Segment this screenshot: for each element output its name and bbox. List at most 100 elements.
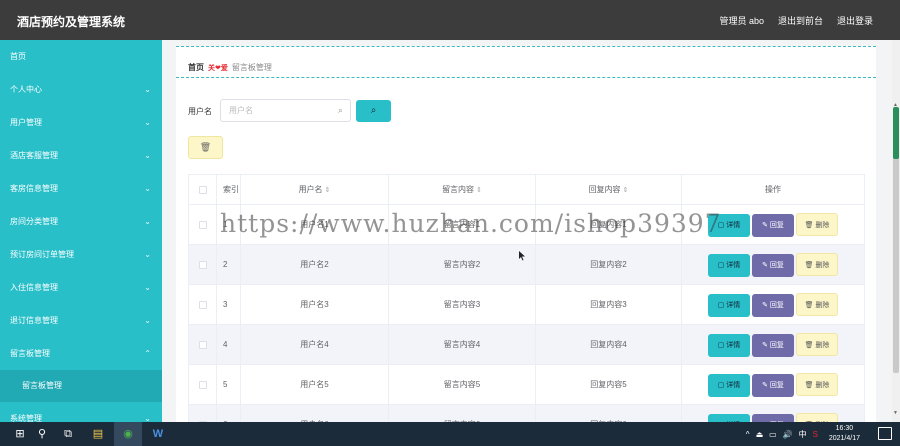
detail-button[interactable]: ▢ 详情: [708, 293, 750, 317]
table-row: 5 用户名5 留言内容5 回复内容5 ▢ 详情 ✎ 回复 🗑 删除: [188, 364, 865, 405]
word-icon[interactable]: W: [144, 422, 172, 446]
reply-button[interactable]: ✎ 回复: [752, 253, 794, 277]
detail-button[interactable]: ▢ 详情: [708, 333, 750, 357]
select-all-checkbox[interactable]: [198, 185, 207, 194]
volume-icon[interactable]: 🔊: [783, 430, 793, 439]
sidebar-item-rooms[interactable]: 客房信息管理 ⌄: [0, 172, 162, 205]
delete-button[interactable]: 🗑 删除: [796, 252, 838, 276]
antivirus-icon[interactable]: S: [813, 430, 818, 439]
row-username: 用户名4: [240, 324, 389, 365]
sidebar-item-profile[interactable]: 个人中心 ⌄: [0, 73, 162, 106]
content-panel: 首页 关❤爱 留言板管理 用户名 ⌕ ⌕ 🗑 索引 用户名⇕ 留言内容⇕ 回复内…: [176, 46, 876, 422]
system-tray: ^ ⏏ ▭ 🔊 中 S: [746, 422, 818, 446]
select-all-checkbox-cell[interactable]: [188, 174, 217, 205]
vertical-scrollbar[interactable]: ▲ ▼: [892, 40, 900, 422]
chevron-down-icon: ⌄: [144, 217, 151, 226]
battery-icon[interactable]: ▭: [769, 430, 777, 439]
table-row: 2 用户名2 留言内容2 回复内容2 ▢ 详情 ✎ 回复 🗑 删除: [188, 244, 865, 285]
row-checkbox[interactable]: [198, 380, 207, 389]
detail-button[interactable]: ▢ 详情: [708, 253, 750, 277]
scrollbar-thumb[interactable]: [893, 107, 899, 159]
col-content[interactable]: 留言内容 ⇕: [388, 174, 536, 205]
sort-icon[interactable]: ⇕: [623, 187, 629, 194]
delete-button[interactable]: 🗑 删除: [796, 292, 838, 316]
taskbar: ⊞ ⚲ ⧉ ▤ ◉ W ^ ⏏ ▭ 🔊 中 S 16:30 2021/4/17: [0, 422, 900, 446]
detail-button[interactable]: ▢ 详情: [708, 213, 750, 237]
sidebar-item-label: 留言板管理: [10, 349, 50, 358]
reply-button[interactable]: ✎ 回复: [752, 373, 794, 397]
chevron-down-icon: ⌄: [144, 414, 151, 422]
sidebar-item-users[interactable]: 用户管理 ⌄: [0, 106, 162, 139]
sidebar-item-home[interactable]: 首页: [0, 40, 162, 73]
row-checkbox[interactable]: [198, 260, 207, 269]
reply-button[interactable]: ✎ 回复: [752, 333, 794, 357]
sidebar-item-bookings[interactable]: 预订房间订单管理 ⌄: [0, 238, 162, 271]
sidebar-item-label: 房间分类管理: [10, 217, 58, 226]
reply-button[interactable]: ✎ 回复: [752, 413, 794, 422]
usb-icon[interactable]: ⏏: [756, 430, 764, 439]
row-content: 留言内容3: [388, 284, 536, 325]
back-to-frontend-link[interactable]: 退出到前台: [778, 14, 823, 27]
file-explorer-icon[interactable]: ▤: [84, 422, 112, 446]
sidebar-item-room-types[interactable]: 房间分类管理 ⌄: [0, 205, 162, 238]
sort-icon[interactable]: ⇕: [325, 187, 331, 194]
detail-button[interactable]: ▢ 详情: [708, 373, 750, 397]
scrollbar-track[interactable]: [893, 148, 899, 373]
scroll-down-icon[interactable]: ▼: [893, 410, 898, 416]
search-icon[interactable]: ⚲: [28, 422, 56, 446]
delete-button[interactable]: 🗑 删除: [796, 412, 838, 422]
row-reply: 回复内容5: [535, 364, 682, 405]
row-reply: 回复内容3: [535, 284, 682, 325]
sidebar-item-service[interactable]: 酒店客服管理 ⌄: [0, 139, 162, 172]
row-username: 用户名6: [240, 404, 389, 422]
reply-button[interactable]: ✎ 回复: [752, 213, 794, 237]
clock-time: 16:30: [835, 425, 854, 432]
sort-icon[interactable]: ⇕: [476, 187, 482, 194]
col-index: 索引: [216, 174, 241, 205]
row-content: 留言内容2: [388, 244, 536, 285]
reply-button[interactable]: ✎ 回复: [752, 293, 794, 317]
clock[interactable]: 16:30 2021/4/17: [829, 424, 860, 444]
sidebar-item-system[interactable]: 系统管理 ⌄: [0, 402, 162, 422]
chevron-down-icon: ⌄: [144, 283, 151, 292]
sidebar-subitem-message-board[interactable]: 留言板管理: [0, 370, 162, 402]
task-view-icon[interactable]: ⧉: [54, 422, 82, 446]
table-row: 1 用户名1 留言内容1 回复内容1 ▢ 详情 ✎ 回复 🗑 删除: [188, 204, 865, 245]
ime-indicator[interactable]: 中: [799, 429, 807, 440]
search-button[interactable]: ⌕: [356, 100, 391, 122]
row-checkbox[interactable]: [198, 300, 207, 309]
search-input[interactable]: [221, 100, 326, 121]
logout-link[interactable]: 退出登录: [837, 14, 873, 27]
col-username[interactable]: 用户名 ⇕: [240, 174, 389, 205]
col-reply[interactable]: 回复内容 ⇕: [535, 174, 682, 205]
breadcrumb-home[interactable]: 首页: [188, 62, 204, 73]
bulk-delete-button[interactable]: 🗑: [188, 136, 223, 159]
row-index: 2: [216, 244, 241, 285]
sidebar-item-messages[interactable]: 留言板管理 ⌃: [0, 337, 162, 370]
delete-button[interactable]: 🗑 删除: [796, 332, 838, 356]
sidebar-item-cancellations[interactable]: 退订信息管理 ⌄: [0, 304, 162, 337]
row-checkbox[interactable]: [198, 220, 207, 229]
row-reply: 回复内容4: [535, 324, 682, 365]
table-row: 4 用户名4 留言内容4 回复内容4 ▢ 详情 ✎ 回复 🗑 删除: [188, 324, 865, 365]
table-row: 3 用户名3 留言内容3 回复内容3 ▢ 详情 ✎ 回复 🗑 删除: [188, 284, 865, 325]
search-icon: ⌕: [337, 105, 343, 115]
row-checkbox[interactable]: [198, 340, 207, 349]
row-actions: ▢ 详情✎ 回复🗑 删除: [681, 284, 865, 325]
detail-button[interactable]: ▢ 详情: [708, 413, 750, 422]
tray-expand-icon[interactable]: ^: [746, 430, 750, 439]
delete-button[interactable]: 🗑 删除: [796, 212, 838, 236]
search-field[interactable]: ⌕: [220, 99, 351, 122]
chevron-down-icon: ⌄: [144, 151, 151, 160]
sidebar-item-label: 首页: [10, 52, 26, 61]
breadcrumb-current: 留言板管理: [231, 63, 272, 72]
row-index: 6: [216, 404, 241, 422]
chrome-icon[interactable]: ◉: [114, 422, 142, 446]
chevron-down-icon: ⌄: [144, 250, 151, 259]
row-content: 留言内容4: [388, 324, 536, 365]
notification-icon[interactable]: [878, 427, 892, 440]
delete-button[interactable]: 🗑 删除: [796, 372, 838, 396]
admin-user-link[interactable]: 管理员 abo: [719, 14, 764, 27]
sidebar-item-checkin[interactable]: 入住信息管理 ⌄: [0, 271, 162, 304]
clock-date: 2021/4/17: [828, 435, 860, 442]
